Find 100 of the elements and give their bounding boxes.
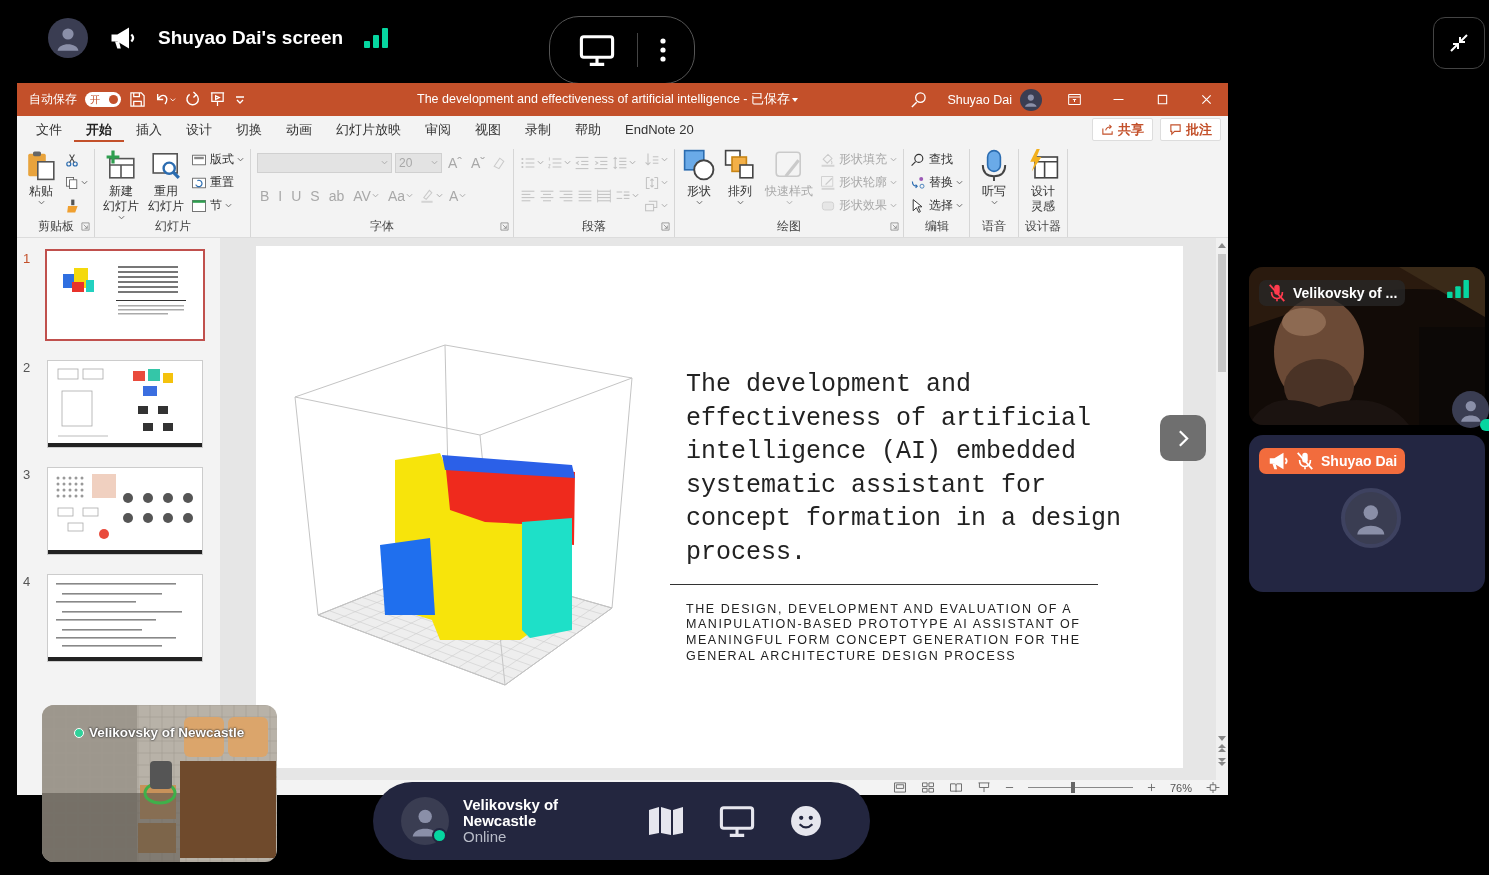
ribbon-tab[interactable]: 插入 — [124, 117, 174, 142]
zoom-level[interactable]: 76% — [1169, 781, 1192, 794]
ribbon-button[interactable]: 排列 — [722, 149, 758, 206]
customize-caret-icon[interactable] — [234, 93, 246, 106]
ribbon-button[interactable]: 替换 — [910, 172, 963, 193]
ribbon-button[interactable]: 设计 灵感 — [1025, 149, 1061, 214]
ribbon-tab[interactable]: 文件 — [24, 117, 74, 142]
dialog-launcher-icon[interactable] — [890, 222, 899, 231]
ribbon-tab[interactable]: 视图 — [463, 117, 513, 142]
comment-icon — [1169, 123, 1182, 136]
scroll-up-icon — [1218, 242, 1226, 248]
ribbon-tab[interactable]: 切换 — [224, 117, 274, 142]
slide-title: The development and effectiveness of artificial intelligence (AI) embedded systematic assistant for concept formation in a design process. — [686, 369, 1123, 569]
avatar — [1341, 488, 1401, 548]
redo-icon[interactable] — [184, 91, 201, 108]
ribbon-button[interactable]: 查找 — [910, 149, 963, 170]
caret-icon — [431, 159, 438, 166]
ribbon-tab[interactable]: 帮助 — [563, 117, 613, 142]
new-slide-icon — [105, 149, 137, 181]
normal-view-icon[interactable] — [892, 782, 907, 793]
map-icon[interactable] — [648, 806, 684, 836]
scrollbar[interactable] — [1216, 238, 1228, 780]
share-button[interactable]: 共享 — [1092, 118, 1153, 141]
dialog-launcher-icon[interactable] — [500, 222, 509, 231]
collapse-arrows-icon — [1449, 33, 1469, 53]
signal-icon — [1445, 279, 1471, 299]
align-text-icon — [644, 174, 660, 191]
user-status: Online — [463, 829, 508, 845]
comments-button[interactable]: 批注 — [1160, 118, 1221, 141]
ribbon-button[interactable]: 新建 幻灯片 — [101, 149, 141, 221]
user-name: Shuyao Dai — [947, 92, 1012, 107]
ribbon-tab[interactable]: 幻灯片放映 — [324, 117, 413, 142]
ribbon-button[interactable]: 版式 — [191, 149, 244, 170]
slideshow-icon[interactable] — [976, 782, 991, 793]
slide-thumbnail[interactable] — [47, 574, 203, 662]
scissors-icon — [64, 151, 80, 168]
avatar — [401, 797, 449, 845]
numbered-list-icon — [547, 154, 563, 171]
more-icon[interactable] — [659, 38, 666, 62]
ribbon-tab[interactable]: EndNote 20 — [613, 117, 706, 142]
ribbon-button[interactable]: 节 — [191, 195, 244, 216]
paint-bucket-icon — [820, 151, 836, 168]
slide-number: 2 — [22, 360, 32, 375]
presenter-title: Shuyao Dai's screen — [158, 27, 344, 49]
presentation-icon[interactable] — [209, 91, 226, 108]
section-icon — [191, 197, 207, 214]
signal-icon — [363, 27, 390, 49]
slide-thumbnail[interactable] — [47, 467, 203, 555]
group-label: 剪贴板 — [37, 217, 74, 235]
distribute-icon — [596, 187, 612, 204]
ribbon-button[interactable]: 选择 — [910, 195, 963, 216]
slide-thumbnail[interactable] — [47, 360, 203, 448]
zoom-in-icon[interactable] — [1146, 783, 1156, 792]
ribbon-button[interactable]: 形状 — [681, 149, 717, 206]
clipboard-icon — [25, 149, 57, 181]
ribbon-button[interactable]: 重置 — [191, 172, 244, 193]
ribbon-tab[interactable]: 录制 — [513, 117, 563, 142]
reading-view-icon[interactable] — [948, 782, 963, 793]
fit-slide-icon[interactable] — [1206, 782, 1220, 793]
autosave-toggle[interactable]: 开 — [85, 92, 121, 107]
search-icon — [910, 151, 926, 168]
ribbon-button[interactable]: 听写 — [976, 149, 1012, 206]
screen-share-icon[interactable] — [719, 804, 755, 838]
screen-share-icon[interactable] — [578, 33, 615, 67]
status-dot — [74, 727, 84, 738]
autosave-label: 自动保存 — [29, 91, 77, 108]
next-slide-button[interactable] — [1160, 415, 1206, 461]
group-label: 语音 — [982, 217, 1006, 235]
document-title: The development and effectiveness of artificial intelligence - 已保存 — [417, 91, 790, 108]
group-label: 段落 — [582, 217, 606, 235]
scrollbar-thumb[interactable] — [1218, 254, 1226, 372]
ribbon-tab[interactable]: 审阅 — [413, 117, 463, 142]
eraser-icon — [491, 154, 507, 171]
group-label: 绘图 — [777, 217, 801, 235]
share-icon — [1101, 123, 1114, 136]
dialog-launcher-icon[interactable] — [81, 222, 90, 231]
scroll-arrows-icon — [1218, 736, 1226, 766]
slide-thumbnail[interactable] — [45, 249, 205, 341]
pen-outline-icon — [820, 174, 836, 191]
participant-name: Shuyao Dai — [1321, 453, 1398, 469]
slide-number: 4 — [22, 574, 32, 589]
dialog-launcher-icon[interactable] — [661, 222, 670, 231]
text-direction-icon — [644, 151, 660, 168]
player-name: Velikovsky of Newcastle — [89, 725, 245, 740]
slide-sorter-icon[interactable] — [920, 782, 935, 793]
group-label: 字体 — [370, 217, 394, 235]
exit-fullscreen-button[interactable] — [1433, 17, 1485, 69]
search-icon[interactable] — [910, 91, 928, 108]
ribbon-button[interactable]: 粘贴 — [23, 149, 59, 206]
ribbon-tab[interactable]: 设计 — [174, 117, 224, 142]
save-icon[interactable] — [129, 91, 146, 108]
ribbon-display-icon[interactable] — [1066, 92, 1082, 107]
ribbon-tab[interactable]: 动画 — [274, 117, 324, 142]
ribbon-tab[interactable]: 开始 — [74, 117, 124, 142]
ribbon-button[interactable]: 重用 幻灯片 — [146, 149, 186, 214]
emoji-icon[interactable] — [790, 805, 822, 837]
indent-icon — [593, 154, 609, 171]
avatar — [48, 18, 88, 58]
shapes-icon — [683, 149, 715, 181]
replace-icon — [910, 174, 926, 191]
